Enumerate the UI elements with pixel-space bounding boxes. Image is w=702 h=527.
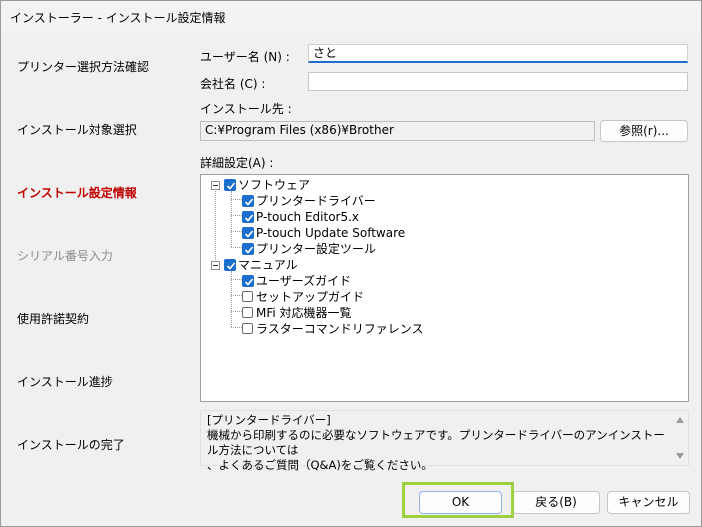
user-name-field[interactable]: さと <box>308 44 688 63</box>
scroll-up-icon[interactable] <box>676 417 684 423</box>
checkbox-manual[interactable] <box>224 259 236 271</box>
checkbox-setup-guide[interactable] <box>242 291 253 302</box>
title-bar: インストーラー - インストール設定情報 <box>1 1 701 32</box>
checkbox-user-guide[interactable] <box>242 275 254 287</box>
tree-node-mfi[interactable]: MFi 対応機器一覧 <box>201 305 501 321</box>
user-name-label: ユーザー名 (N) : <box>200 50 290 64</box>
company-name-label: 会社名 (C) : <box>200 77 266 91</box>
tree-label: プリンター設定ツール <box>256 242 377 256</box>
step-install-progress: インストール進捗 <box>17 375 113 389</box>
tree-label: マニュアル <box>238 258 298 272</box>
ok-highlight-frame <box>402 482 514 518</box>
install-destination-field[interactable]: C:¥Program Files (x86)¥Brother <box>200 121 595 141</box>
tree-node-software[interactable]: ソフトウェア <box>201 177 501 193</box>
cancel-button[interactable]: キャンセル <box>607 491 690 514</box>
description-text: [プリンタードライバー] 機械から印刷するのに必要なソフトウェアです。プリンター… <box>207 413 669 473</box>
tree-label: ソフトウェア <box>238 178 311 192</box>
scroll-down-icon[interactable] <box>676 453 684 459</box>
tree-node-user-guide[interactable]: ユーザーズガイド <box>201 273 501 289</box>
collapse-icon[interactable] <box>211 261 220 270</box>
checkbox-update-software[interactable] <box>242 227 254 239</box>
back-button[interactable]: 戻る(B) <box>512 491 600 514</box>
tree-label: P-touch Editor5.x <box>256 210 360 224</box>
checkbox-driver[interactable] <box>242 195 254 207</box>
browse-button[interactable]: 参照(r)... <box>600 120 688 142</box>
description-scrollbar[interactable] <box>673 411 688 465</box>
step-printer-selection: プリンター選択方法確認 <box>17 60 150 74</box>
step-serial-number: シリアル番号入力 <box>17 249 113 263</box>
company-name-field[interactable] <box>308 72 688 91</box>
steps-sidebar: プリンター選択方法確認 インストール対象選択 インストール設定情報 シリアル番号… <box>1 32 187 526</box>
checkbox-settings-tool[interactable] <box>242 243 254 255</box>
tree-label: MFi 対応機器一覧 <box>256 306 352 320</box>
checkbox-software[interactable] <box>224 179 236 191</box>
step-install-target: インストール対象選択 <box>17 123 137 137</box>
component-tree[interactable]: ソフトウェア プリンタードライバー P-touch Editor5.x P-to… <box>200 174 689 402</box>
checkbox-editor[interactable] <box>242 211 254 223</box>
step-install-settings: インストール設定情報 <box>17 186 137 200</box>
window-title: インストーラー - インストール設定情報 <box>10 11 226 25</box>
description-line1: 機械から印刷するのに必要なソフトウェアです。プリンタードライバーのアンインストー… <box>207 428 665 457</box>
description-box: [プリンタードライバー] 機械から印刷するのに必要なソフトウェアです。プリンター… <box>200 410 689 472</box>
tree-node-manual[interactable]: マニュアル <box>201 257 501 273</box>
tree-label: ラスターコマンドリファレンス <box>256 322 424 336</box>
tree-label: ユーザーズガイド <box>256 274 352 288</box>
tree-node-driver[interactable]: プリンタードライバー <box>201 193 501 209</box>
settings-panel: ユーザー名 (N) : さと 会社名 (C) : インストール先 : C:¥Pr… <box>187 32 701 526</box>
tree-node-update-software[interactable]: P-touch Update Software <box>201 225 501 241</box>
installer-window: インストーラー - インストール設定情報 プリンター選択方法確認 インストール対… <box>0 0 702 527</box>
tree-label: プリンタードライバー <box>256 194 376 208</box>
tree-label: P-touch Update Software <box>256 226 406 240</box>
tree-label: セットアップガイド <box>256 290 365 304</box>
tree-node-editor[interactable]: P-touch Editor5.x <box>201 209 501 225</box>
collapse-icon[interactable] <box>211 181 220 190</box>
tree-node-raster[interactable]: ラスターコマンドリファレンス <box>201 321 501 337</box>
checkbox-raster[interactable] <box>242 323 253 334</box>
install-destination-label: インストール先 : <box>200 102 292 116</box>
tree-node-settings-tool[interactable]: プリンター設定ツール <box>201 241 501 257</box>
step-license-agreement: 使用許諾契約 <box>17 312 90 326</box>
step-install-complete: インストールの完了 <box>17 438 125 452</box>
checkbox-mfi[interactable] <box>242 307 253 318</box>
description-title: [プリンタードライバー] <box>207 413 331 427</box>
advanced-settings-label: 詳細設定(A) : <box>200 156 274 170</box>
description-line2: 、よくあるご質問（Q&A)をご覧ください。 <box>207 458 433 472</box>
tree-node-setup-guide[interactable]: セットアップガイド <box>201 289 501 305</box>
